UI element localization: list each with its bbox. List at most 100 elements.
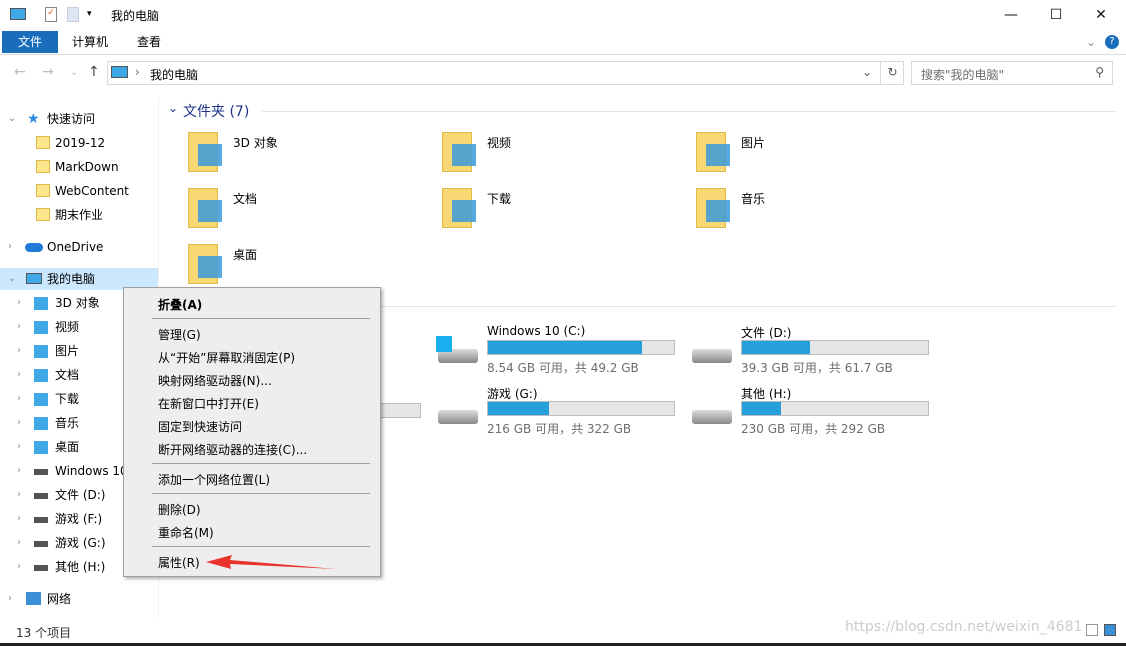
chevron-right-icon[interactable]: › — [17, 292, 21, 314]
drive-bar-partial — [380, 403, 421, 418]
menu-item[interactable]: 删除(D) — [158, 501, 201, 518]
chevron-down-icon[interactable]: ⌄ — [8, 268, 16, 290]
sidebar-item-quick[interactable]: 期末作业 — [0, 204, 158, 226]
tab-file[interactable]: 文件 — [2, 31, 58, 53]
chevron-right-icon[interactable]: › — [17, 484, 21, 506]
details-view-button[interactable] — [1086, 624, 1098, 636]
recent-locations-chevron-icon[interactable]: ⌄ — [70, 67, 78, 78]
menu-item[interactable]: 添加一个网络位置(L) — [158, 471, 270, 488]
drive-icon — [34, 493, 48, 499]
menu-item[interactable]: 管理(G) — [158, 326, 201, 343]
context-menu: 折叠(A) 管理(G) 从“开始”屏幕取消固定(P) 映射网络驱动器(N)... 在新窗… — [123, 287, 381, 577]
menu-item[interactable]: 从“开始”屏幕取消固定(P) — [158, 349, 295, 366]
hard-drive-icon — [438, 410, 478, 424]
document-icon — [188, 186, 224, 230]
drive-icon — [34, 541, 48, 547]
folders-section-header[interactable]: 文件夹 (7) — [183, 101, 249, 121]
chevron-right-icon[interactable]: › — [17, 460, 21, 482]
folder-item[interactable]: 下载 — [442, 186, 682, 236]
window-title: 我的电脑 — [111, 9, 160, 23]
drive-item[interactable]: 游戏 (G:) 216 GB 可用，共 322 GB — [436, 386, 696, 441]
chevron-right-icon[interactable]: › — [17, 388, 21, 410]
folder-icon — [34, 393, 48, 406]
folder-item[interactable]: 文档 — [188, 186, 428, 236]
minimize-button[interactable]: — — [988, 0, 1034, 30]
folder-item[interactable]: 3D 对象 — [188, 130, 428, 180]
breadcrumb-chevron-icon[interactable]: › — [135, 65, 140, 79]
folder-item[interactable]: 图片 — [696, 130, 936, 180]
folder-item[interactable]: 视频 — [442, 130, 682, 180]
chevron-right-icon[interactable]: › — [17, 340, 21, 362]
status-item-count: 13 个项目 — [16, 626, 72, 640]
menu-item[interactable]: 折叠(A) — [158, 296, 202, 313]
hard-drive-icon — [692, 349, 732, 363]
address-dropdown-chevron-icon[interactable]: ⌄ — [862, 65, 872, 79]
download-arrow-icon — [442, 186, 478, 230]
film-icon — [442, 130, 478, 174]
sidebar-item-quick-access[interactable]: ⌄ ★ 快速访问 — [0, 108, 158, 130]
drive-icon — [34, 517, 48, 523]
folder-icon — [34, 369, 48, 382]
watermark: https://blog.csdn.net/weixin_4681 — [845, 619, 1083, 635]
chevron-right-icon[interactable]: › — [17, 508, 21, 530]
folder-icon — [34, 345, 48, 358]
chevron-right-icon[interactable]: › — [8, 588, 12, 610]
customize-toolbar-icon[interactable]: ▾ — [87, 9, 92, 19]
folder-icon — [36, 136, 50, 149]
back-button[interactable]: ← — [14, 64, 26, 80]
breadcrumb-this-pc[interactable]: 我的电脑 — [150, 66, 198, 83]
title-bar: ✓ ▾ 我的电脑 — ☐ ✕ — [0, 0, 1126, 30]
network-icon — [26, 592, 41, 605]
drive-item[interactable]: Windows 10 (C:) 8.54 GB 可用，共 49.2 GB — [436, 324, 696, 380]
collapse-folders-chevron-icon[interactable]: ⌄ — [168, 101, 178, 115]
close-button[interactable]: ✕ — [1078, 0, 1124, 30]
folder-item[interactable]: 桌面 — [188, 242, 428, 292]
menu-item[interactable]: 在新窗口中打开(E) — [158, 395, 259, 412]
drive-usage-bar — [741, 401, 929, 416]
chevron-right-icon[interactable]: › — [17, 532, 21, 554]
new-folder-quick-icon[interactable] — [67, 7, 79, 22]
drive-usage-bar — [741, 340, 929, 355]
properties-quick-icon[interactable]: ✓ — [45, 7, 57, 22]
forward-button[interactable]: → — [42, 64, 54, 80]
red-arrow-annotation — [206, 555, 336, 569]
sidebar-item-quick[interactable]: 2019-12 — [0, 132, 158, 154]
drive-item[interactable]: 其他 (H:) 230 GB 可用，共 292 GB — [690, 386, 950, 441]
maximize-button[interactable]: ☐ — [1033, 0, 1079, 30]
expand-ribbon-chevron-icon[interactable]: ⌄ — [1086, 35, 1096, 49]
tab-view[interactable]: 查看 — [125, 31, 173, 53]
chevron-down-icon[interactable]: ⌄ — [8, 108, 16, 130]
tab-computer[interactable]: 计算机 — [60, 31, 120, 53]
chevron-right-icon[interactable]: › — [17, 364, 21, 386]
sidebar-item-onedrive[interactable]: › OneDrive — [0, 236, 158, 258]
chevron-right-icon[interactable]: › — [8, 236, 12, 258]
menu-separator — [152, 463, 370, 464]
search-icon: ⚲ — [1095, 65, 1104, 79]
chevron-right-icon[interactable]: › — [17, 316, 21, 338]
refresh-button[interactable]: ↻ — [880, 61, 904, 85]
sidebar-item-quick[interactable]: MarkDown — [0, 156, 158, 178]
chevron-right-icon[interactable]: › — [17, 436, 21, 458]
windows-logo-icon — [436, 336, 452, 352]
sidebar-item-quick[interactable]: WebContent — [0, 180, 158, 202]
menu-item[interactable]: 重命名(M) — [158, 524, 214, 541]
menu-separator — [152, 546, 370, 547]
menu-item[interactable]: 断开网络驱动器的连接(C)... — [158, 441, 307, 458]
chevron-right-icon[interactable]: › — [17, 556, 21, 578]
help-icon[interactable]: ? — [1105, 35, 1119, 49]
drive-item[interactable]: 文件 (D:) 39.3 GB 可用，共 61.7 GB — [690, 325, 950, 380]
up-button[interactable]: ↑ — [88, 64, 100, 80]
star-icon: ★ — [27, 111, 40, 127]
folder-icon — [36, 160, 50, 173]
search-input[interactable]: 搜索"我的电脑" ⚲ — [911, 61, 1113, 85]
music-note-icon — [696, 186, 732, 230]
chevron-right-icon[interactable]: › — [17, 412, 21, 434]
large-icons-view-button[interactable] — [1104, 624, 1116, 636]
menu-item[interactable]: 映射网络驱动器(N)... — [158, 372, 272, 389]
menu-item[interactable]: 属性(R) — [158, 554, 200, 571]
address-bar[interactable]: › 我的电脑 ⌄ ↻ — [107, 61, 904, 85]
computer-icon — [10, 8, 26, 20]
menu-item[interactable]: 固定到快速访问 — [158, 418, 242, 435]
folder-item[interactable]: 音乐 — [696, 186, 936, 236]
sidebar-item-network[interactable]: › 网络 — [0, 588, 158, 610]
